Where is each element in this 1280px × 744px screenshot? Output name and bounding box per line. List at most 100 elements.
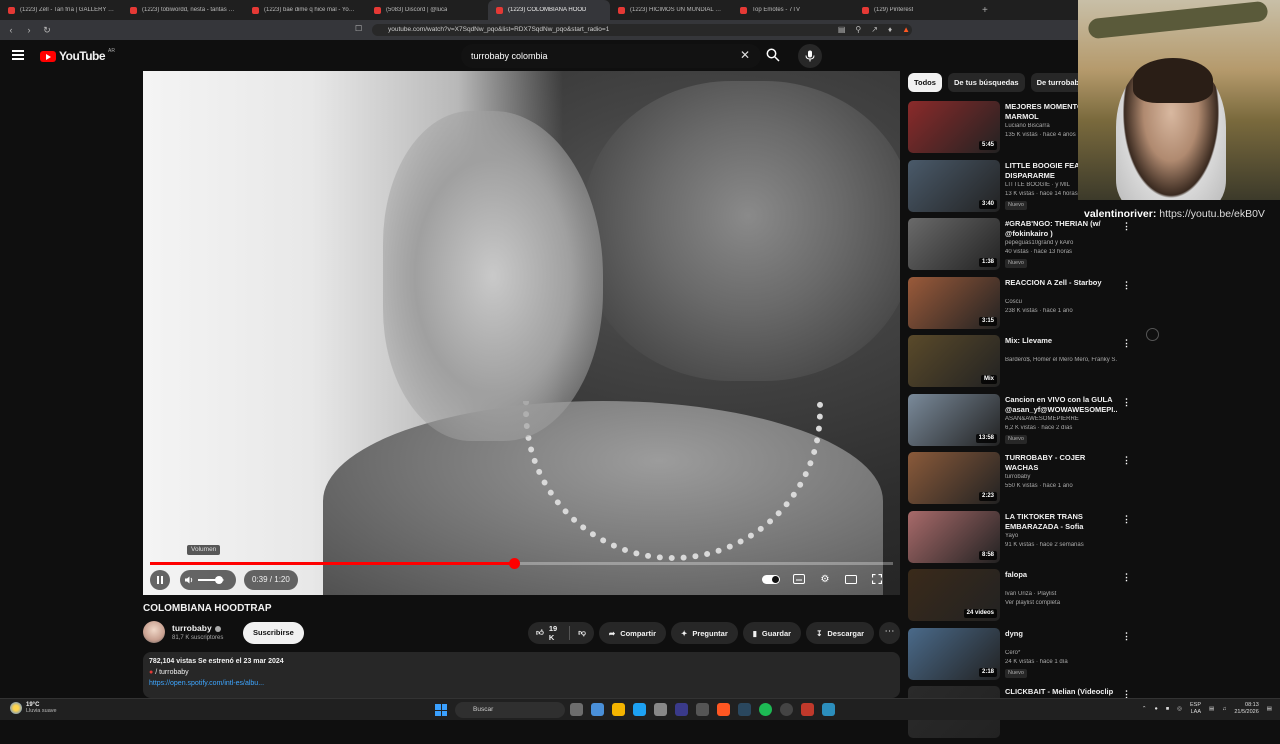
more-options-icon[interactable]: ⋮ [1122,397,1131,408]
search-icon[interactable] [766,48,780,62]
channel-name-container[interactable]: turrobaby [172,623,221,633]
browser-tab[interactable]: (1223) bae dime q hice mal - YouTub [244,0,366,20]
recommendation-thumbnail[interactable]: 3:40 [908,159,1000,212]
autoplay-toggle[interactable] [762,574,780,584]
more-options-icon[interactable]: ⋮ [1122,455,1131,466]
theater-mode-icon[interactable] [844,572,858,586]
browser-tab[interactable]: (1223) tobiwordd, nesta - tantas vue [122,0,244,20]
recommendation-title[interactable]: TURROBABY - COJER WACHAS [1005,453,1117,473]
reload-icon[interactable]: ↻ [40,25,54,36]
more-actions-icon[interactable]: ⋯ [879,622,900,644]
wifi-icon[interactable]: ▤ [1209,706,1214,712]
recommendation-item[interactable]: 13:58 Cancion en VIVO con la GULA @asan_y… [908,393,1133,452]
zoom-icon[interactable]: ⚲ [855,25,861,34]
recommendation-item[interactable]: 2:18 dyng Cero* 24 K vistas · hace 1 día Nue… [908,627,1133,686]
notification-icon[interactable]: ▤ [1267,706,1272,712]
dislike-button[interactable]: 👎︎ [570,628,594,638]
video-player[interactable] [143,71,900,595]
recommendation-item[interactable]: Mix Mix: Llevame Bardero$, Homer el Mero M… [908,334,1133,393]
recommendation-thumbnail[interactable]: 2:18 [908,627,1000,680]
calculator-icon[interactable] [654,703,667,716]
recommendation-title[interactable]: LA TIKTOKER TRANS EMBARAZADA - Sofia Agu… [1005,512,1117,532]
recommendation-item[interactable]: 2:23 TURROBABY - COJER WACHAS turrobaby 550… [908,451,1133,510]
pause-button[interactable] [150,570,170,590]
browser-tab[interactable]: (5083) Discord | @luca [366,0,488,20]
recommendation-thumbnail[interactable]: 24 videos [908,569,1000,621]
obs-icon[interactable] [780,703,793,716]
voice-search-button[interactable] [798,44,822,68]
like-button[interactable]: 👍︎ 19 K [528,624,571,642]
channel-name[interactable]: turrobaby [172,623,212,633]
recommendation-title[interactable]: dyng [1005,629,1117,639]
channel-avatar[interactable] [143,621,165,643]
volume-slider[interactable] [198,576,224,584]
filter-chip[interactable]: De tus búsquedas [947,73,1025,92]
share-button[interactable]: ➦ Compartir [598,622,667,644]
more-options-icon[interactable]: ⋮ [1122,280,1131,291]
task-view-icon[interactable] [570,703,583,716]
recommendation-item[interactable]: 3:15 REACCION A Zell - Starboy Coscu 238 K … [908,276,1133,335]
brave-icon[interactable] [717,703,730,716]
recommendation-thumbnail[interactable]: 1:38 [908,218,1000,270]
more-options-icon[interactable]: ⋮ [1122,514,1131,525]
search-input[interactable]: turrobaby colombia [461,44,761,68]
volume-knob[interactable] [214,576,223,584]
recommendation-title[interactable]: #GRAB'NGO: THERIAN (w/ @fokinkairo ) [1005,219,1117,239]
spotify-icon[interactable] [759,703,772,716]
ask-button[interactable]: ✦ Preguntar [671,622,738,644]
extension-icon[interactable]: ♦ [888,25,892,34]
recommendation-thumbnail[interactable]: Mix [908,335,1000,387]
browser-tab[interactable]: (1223) COLOMBIANA HOOD [488,0,610,20]
more-options-icon[interactable]: ⋮ [1122,572,1131,583]
recommendation-title[interactable]: Mix: Llevame [1005,336,1117,346]
recommendation-title[interactable]: falopa [1005,570,1117,580]
browser-tab[interactable]: (1223) Zell - Tan fría | GALLERY SESSI [0,0,122,20]
app-icon-blue[interactable] [822,703,835,716]
more-options-icon[interactable]: ⋮ [1122,631,1131,642]
filter-chip[interactable]: Todos [908,73,942,92]
subscribe-button[interactable]: Suscribirse [243,622,304,644]
share-icon[interactable]: ↗ [871,25,878,34]
recommendation-item[interactable]: 24 videos falopa Ivan Uriza · Playlist Ver … [908,568,1133,627]
fullscreen-icon[interactable] [870,572,884,586]
volume-icon[interactable] [184,575,194,585]
browser-tab[interactable]: Top Emotes - 7TV [732,0,854,20]
recommendation-thumbnail[interactable]: 8:58 [908,510,1000,563]
settings-gear-icon[interactable]: ⚙ [818,572,832,586]
forward-icon[interactable]: › [22,25,36,35]
tray-network-icon[interactable]: ● [1155,706,1158,712]
recommendation-item[interactable]: 1:38 #GRAB'NGO: THERIAN (w/ @fokinkairo )… [908,217,1133,276]
description-box[interactable]: 782,104 vistas Se estrenó el 23 mar 2024… [143,652,900,698]
windows-start-icon[interactable] [435,704,447,716]
bookmark-icon[interactable]: ☐ [355,24,362,33]
file-explorer-icon[interactable] [612,703,625,716]
tray-chevron-icon[interactable]: ⌃ [1142,706,1147,712]
download-button[interactable]: ↧ Descargar [806,622,875,644]
recommendation-title[interactable]: Cancion en VIVO con la GULA @asan_yf@WOW… [1005,395,1117,415]
speaker-icon[interactable]: ♫ [1222,706,1226,712]
progress-bar[interactable] [150,558,893,569]
tray-mic-icon[interactable]: ◎ [1177,706,1182,712]
menu-icon[interactable] [12,50,24,60]
browser-tab[interactable]: (1223) HICIMOS UN MUNDIAL CON [610,0,732,20]
recommendation-title[interactable]: CLICKBAIT - Melian (Videoclip [1005,687,1117,697]
tray-app-icon[interactable]: ■ [1166,706,1169,712]
save-button[interactable]: ▮ Guardar [742,622,802,644]
cast-icon[interactable]: ▤ [838,25,846,34]
app-icon-fe[interactable] [675,703,688,716]
recommendation-thumbnail[interactable]: 3:15 [908,276,1000,329]
widgets-icon[interactable] [591,703,604,716]
clock[interactable]: 08:13 21/5/2026 [1234,702,1258,716]
new-tab-icon[interactable]: + [982,5,988,16]
subtitles-icon[interactable] [792,572,806,586]
steam-icon[interactable] [738,703,751,716]
more-options-icon[interactable]: ⋮ [1122,338,1131,349]
back-icon[interactable]: ‹ [4,25,18,35]
more-options-icon[interactable]: ⋮ [1122,221,1131,232]
recommendation-thumbnail[interactable]: 5:45 [908,101,1000,153]
app-icon-red[interactable] [801,703,814,716]
youtube-logo[interactable]: YouTube AR [40,48,115,63]
app-icon-mm[interactable] [696,703,709,716]
url-field[interactable]: youtube.com/watch?v=X7SqdNw_pqo&list=RDX… [372,24,912,36]
edge-icon[interactable] [633,703,646,716]
